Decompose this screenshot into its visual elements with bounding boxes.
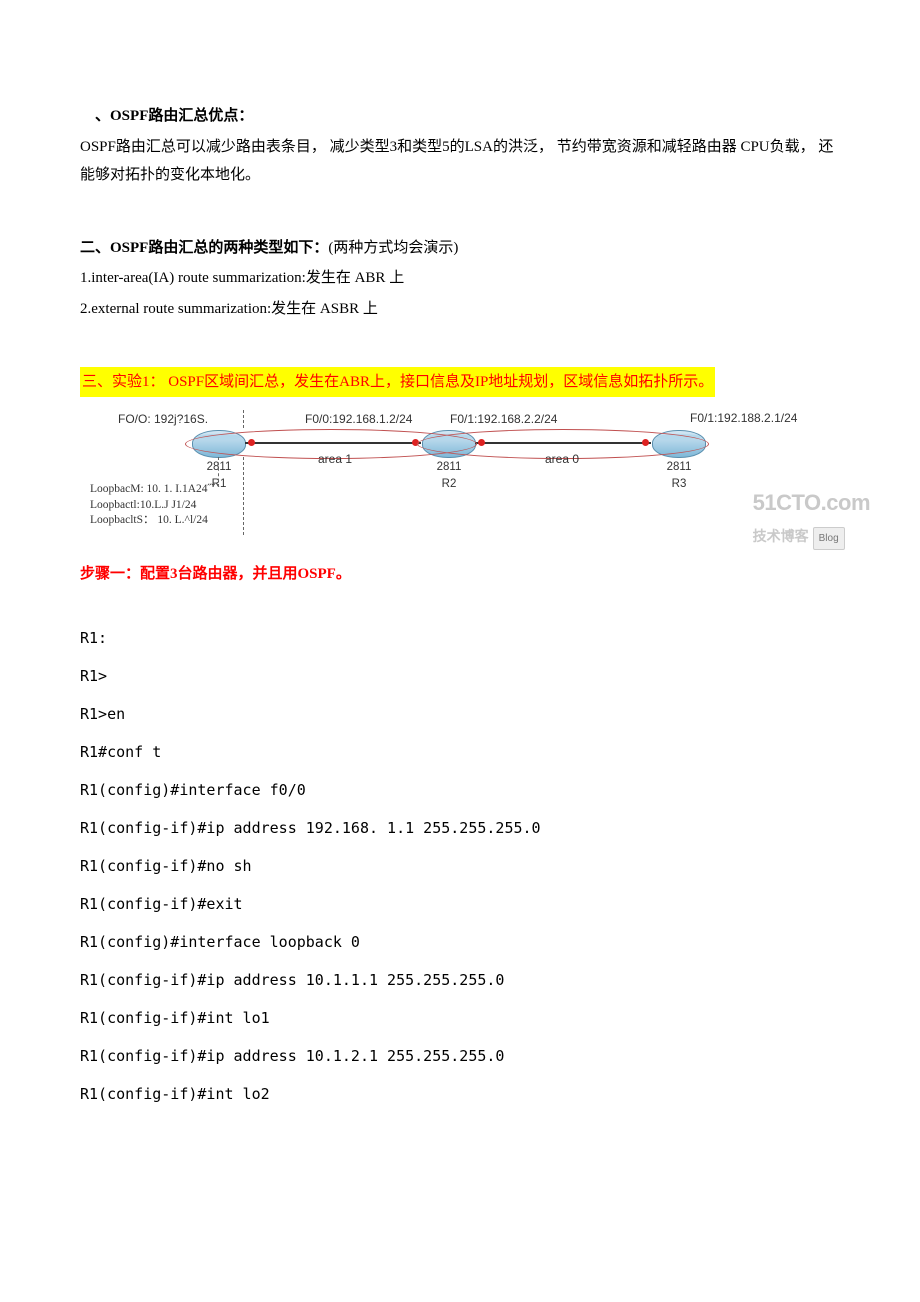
section2-item1: 1.inter-area(IA) route summarization:发生在… — [80, 264, 840, 293]
area1-label: area 1 — [318, 448, 352, 471]
section3-heading: 三、实验1： OSPF区域间汇总，发生在ABR上，接口信息及IP地址规划，区域信… — [80, 367, 840, 397]
topology-diagram: FO/O: 192j?16S. F0/0:192.168.1.2/24 F0/1… — [90, 402, 865, 552]
r2-name: R2 — [422, 477, 476, 492]
loopback1: Loopbactl:10.L.J J1/24 — [90, 498, 215, 514]
cli-r1-label: R1: — [80, 623, 840, 653]
watermark: 51CTO.com 技术博客Blog — [753, 482, 870, 550]
cli-line: R1(config)#interface loopback 0 — [80, 927, 840, 957]
r2-f01-label: F0/1:192.168.2.2/24 — [450, 408, 557, 431]
cli-line: R1(config-if)#ip address 192.168. 1.1 25… — [80, 813, 840, 843]
cli-line: R1(config-if)#ip address 10.1.1.1 255.25… — [80, 965, 840, 995]
r3-name: R3 — [652, 477, 706, 492]
dash-line — [243, 410, 245, 428]
section1-heading: 、OSPF路由汇总优点： — [80, 102, 840, 131]
loopback2: LoopbacltS： 10. L.^l/24 — [90, 513, 215, 529]
section2-note: (两种方式均会演示) — [328, 240, 458, 256]
watermark-big: 51CTO.com — [753, 482, 870, 524]
cli-line: R1(config)#interface f0/0 — [80, 775, 840, 805]
cli-line: R1(config-if)#ip address 10.1.2.1 255.25… — [80, 1041, 840, 1071]
section1-body: OSPF路由汇总可以减少路由表条目， 减少类型3和类型5的LSA的洪泛， 节约带… — [80, 133, 840, 190]
dash-line — [243, 457, 245, 535]
r3-model: 2811 — [652, 460, 706, 475]
dash-line — [218, 457, 220, 487]
step1-title: 步骤一：配置3台路由器，并且用OSPF。 — [80, 560, 840, 589]
loopback0: LoopbacM: 10. 1. I.1A24˝ˇ — [90, 482, 215, 498]
watermark-small: 技术博客 — [753, 528, 809, 544]
cli-line: R1(config-if)#int lo1 — [80, 1003, 840, 1033]
r2-model: 2811 — [422, 460, 476, 475]
cli-line: R1(config-if)#no sh — [80, 851, 840, 881]
cli-line: R1> — [80, 661, 840, 691]
cli-line: R1(config-if)#exit — [80, 889, 840, 919]
r2-f00-label: F0/0:192.168.1.2/24 — [305, 408, 412, 431]
section2-heading: 二、OSPF路由汇总的两种类型如下：(两种方式均会演示) — [80, 234, 840, 263]
r1-f00-label: FO/O: 192j?16S. — [118, 408, 208, 431]
section3-heading-text: 三、实验1： OSPF区域间汇总，发生在ABR上，接口信息及IP地址规划，区域信… — [80, 367, 715, 397]
cli-line: R1(config-if)#int lo2 — [80, 1079, 840, 1109]
cli-line: R1#conf t — [80, 737, 840, 767]
cli-line: R1>en — [80, 699, 840, 729]
blog-badge: Blog — [813, 527, 845, 550]
area0-label: area 0 — [545, 448, 579, 471]
section2-item2: 2.external route summarization:发生在 ASBR … — [80, 295, 840, 324]
section2-heading-text: 二、OSPF路由汇总的两种类型如下： — [80, 240, 328, 256]
r3-f01-label: F0/1:192.188.2.1/24 — [690, 407, 797, 430]
section1-heading-text: 、OSPF路由汇总优点： — [95, 108, 253, 124]
loopback-list: LoopbacM: 10. 1. I.1A24˝ˇ Loopbactl:10.L… — [90, 482, 215, 529]
